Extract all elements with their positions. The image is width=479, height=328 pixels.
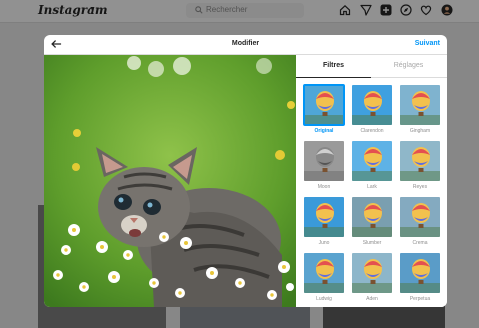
filter-thumbnail (352, 253, 392, 293)
filter-thumbnail (400, 197, 440, 237)
filter-original[interactable]: Original (303, 84, 345, 134)
filter-thumbnail (400, 141, 440, 181)
filter-reyes[interactable]: Reyes (400, 141, 440, 190)
filter-label: Moon (317, 184, 331, 190)
filter-label: Clarendon (360, 128, 384, 134)
filter-perpetua[interactable]: Perpetua (400, 253, 440, 302)
active-tab-underline (296, 77, 371, 78)
filter-crema[interactable]: Crema (400, 197, 440, 246)
filter-thumbnail (400, 85, 440, 125)
filter-label: Juno (318, 240, 330, 246)
filter-label: Perpetua (409, 296, 431, 302)
next-button[interactable]: Suivant (415, 40, 440, 47)
filter-thumbnail (303, 84, 345, 126)
photo-preview (44, 55, 296, 307)
filter-slumber[interactable]: Slumber (352, 197, 392, 246)
filter-thumbnail (304, 253, 344, 293)
filter-thumbnail (352, 85, 392, 125)
filter-lark[interactable]: Lark (352, 141, 392, 190)
filter-label: Crema (412, 240, 428, 246)
filter-thumbnail (304, 197, 344, 237)
filter-thumbnail (400, 253, 440, 293)
filter-label: Gingham (409, 128, 431, 134)
filter-thumbnail (352, 141, 392, 181)
filter-ludwig[interactable]: Ludwig (304, 253, 344, 302)
modal-header: Modifier Suivant (44, 35, 447, 55)
filter-aden[interactable]: Aden (352, 253, 392, 302)
filter-label: Ludwig (316, 296, 332, 302)
filter-juno[interactable]: Juno (304, 197, 344, 246)
filter-label: Original (314, 128, 334, 134)
filter-moon[interactable]: Moon (304, 141, 344, 190)
filter-thumbnail (352, 197, 392, 237)
filter-gingham[interactable]: Gingham (400, 85, 440, 134)
panel-tabs: Filtres Réglages (296, 55, 447, 78)
tab-adjustments[interactable]: Réglages (371, 62, 446, 69)
filter-panel: Filtres Réglages Original Clarendon Gingha… (296, 55, 447, 307)
edit-modal: Modifier Suivant Filtres Réglages Origin… (44, 35, 447, 307)
filter-thumbnail (304, 141, 344, 181)
filter-label: Slumber (362, 240, 382, 246)
filter-label: Lark (367, 184, 377, 190)
filter-clarendon[interactable]: Clarendon (352, 85, 392, 134)
filter-label: Reyes (412, 184, 428, 190)
tab-filters[interactable]: Filtres (296, 62, 371, 69)
filter-label: Aden (366, 296, 378, 302)
modal-title: Modifier (231, 40, 260, 47)
